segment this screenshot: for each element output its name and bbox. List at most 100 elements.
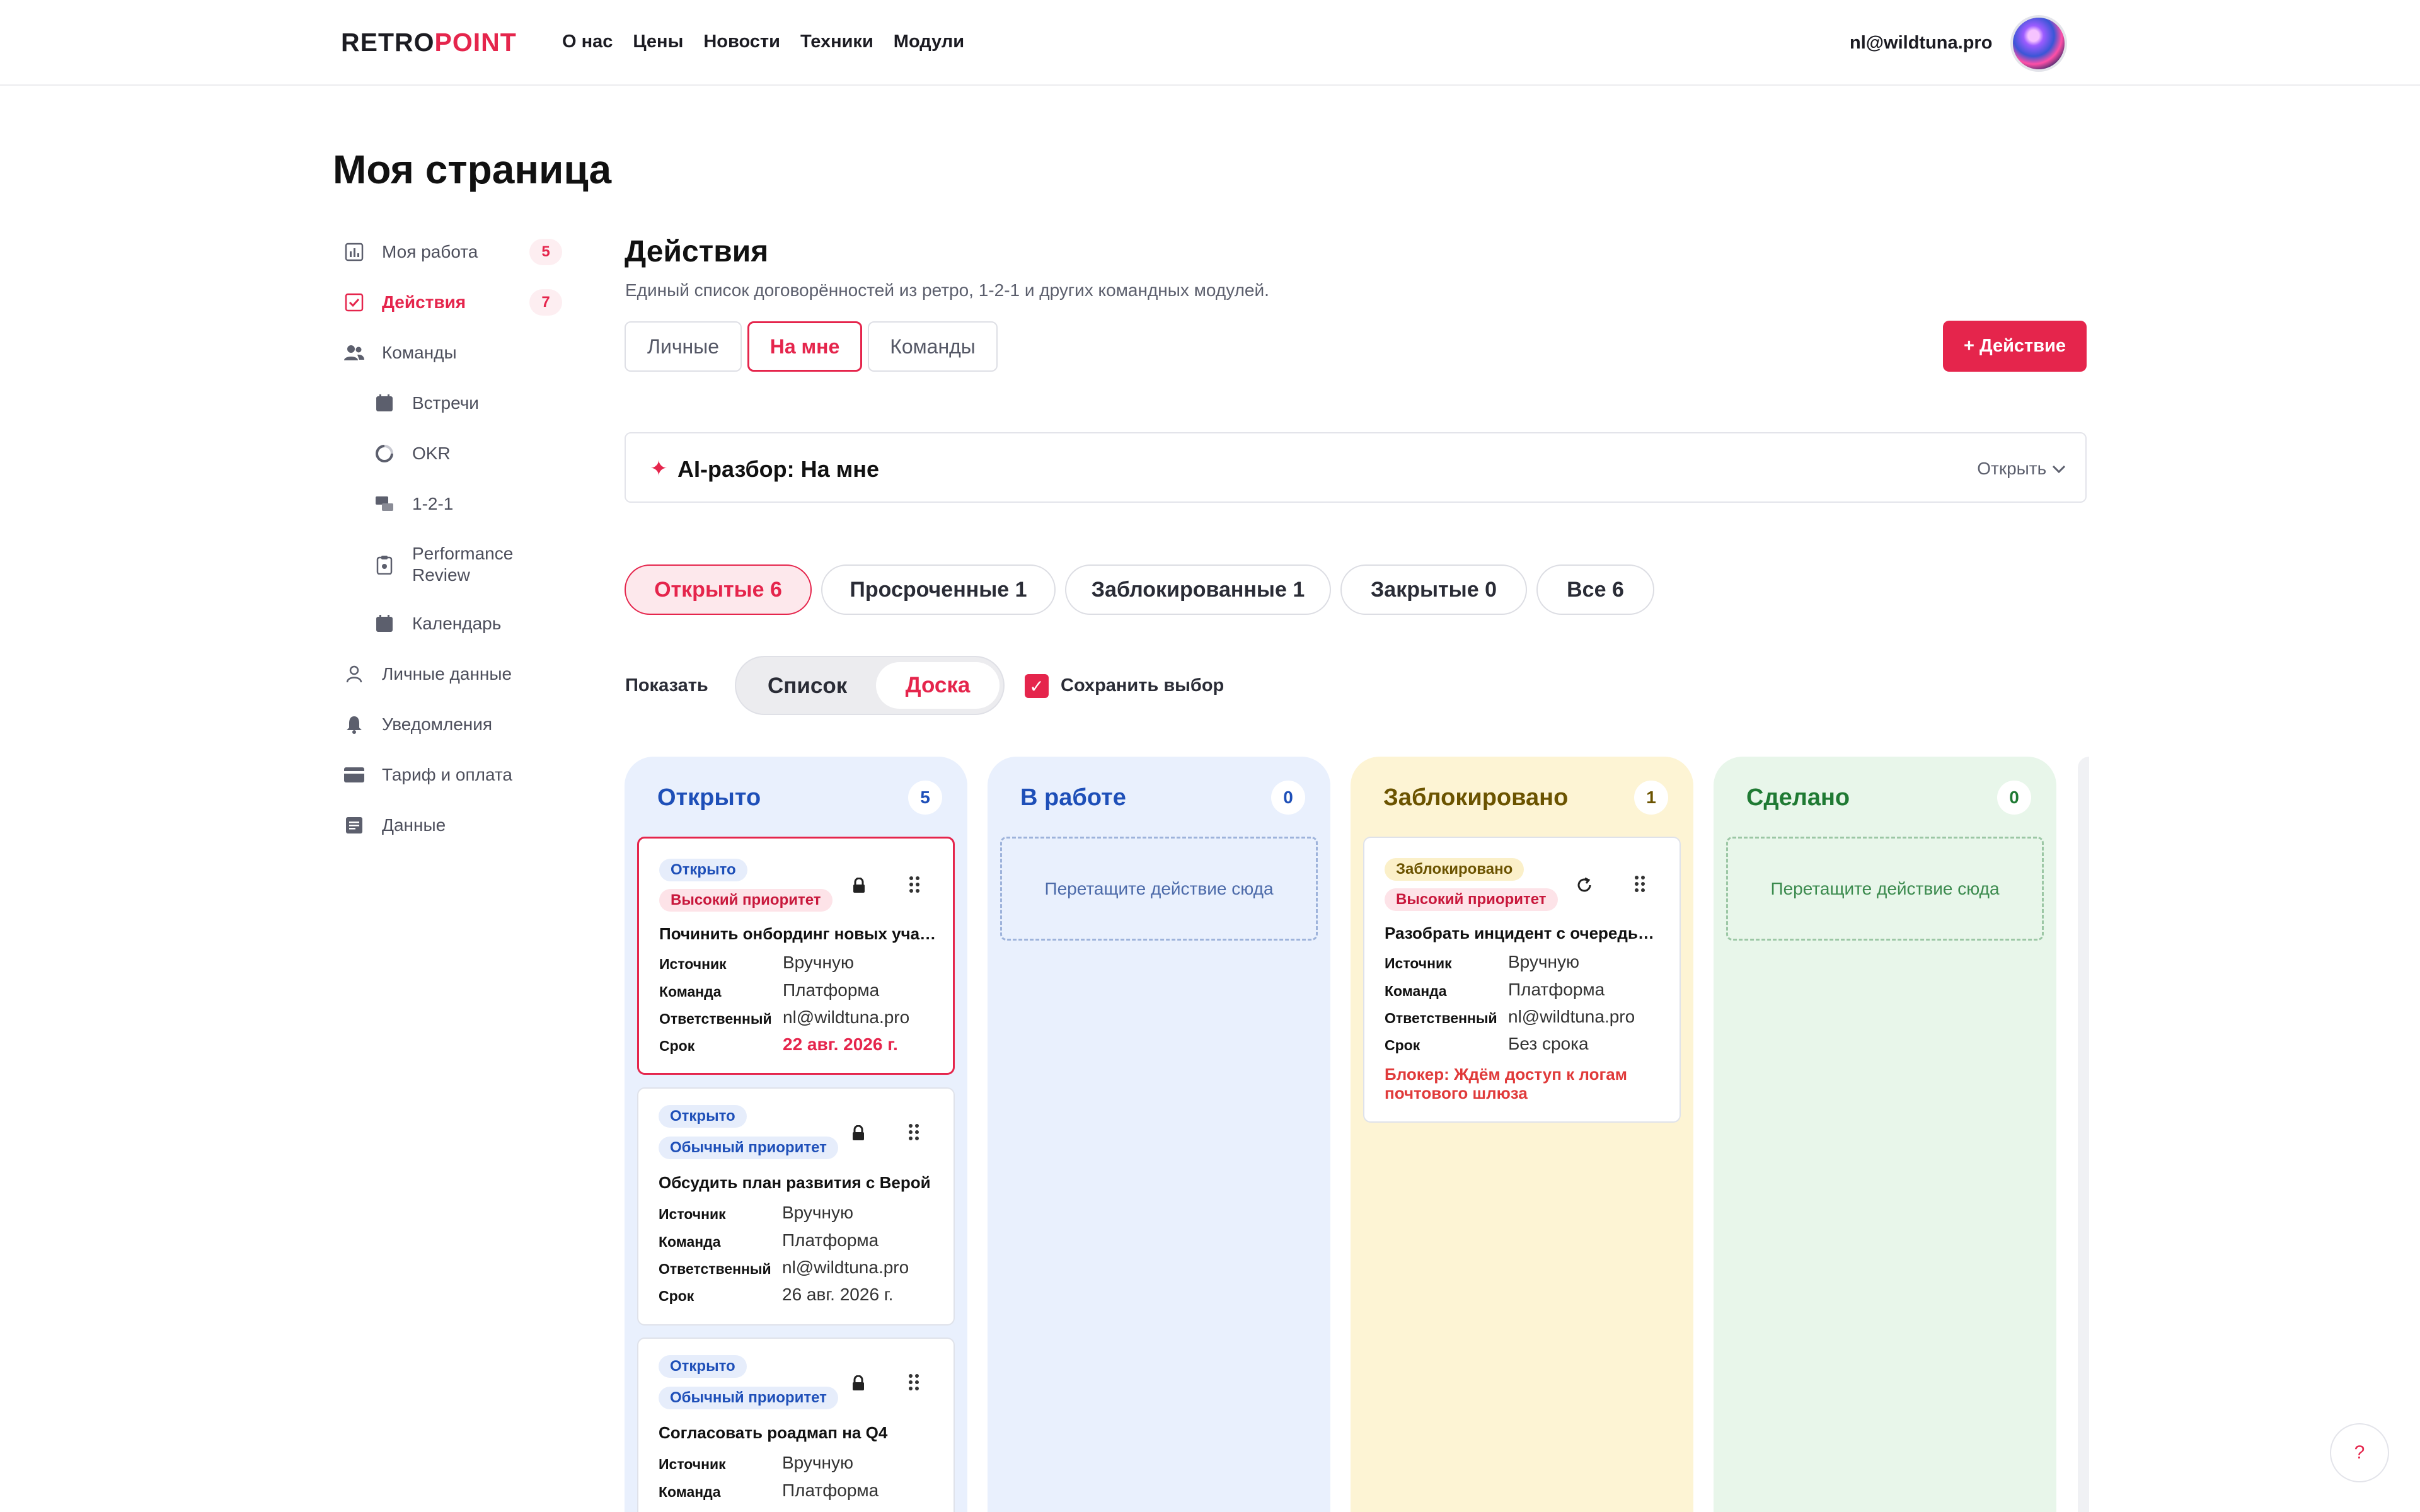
nav-about[interactable]: О нас xyxy=(562,32,613,52)
sidebar-item-teams[interactable]: Команды xyxy=(340,334,580,372)
field-label: Срок xyxy=(1385,1037,1420,1053)
sidebar-item-personal-data[interactable]: Личные данные xyxy=(340,655,580,693)
view-board-button[interactable]: Доска xyxy=(876,662,1000,709)
nav-news[interactable]: Новости xyxy=(703,32,780,52)
sidebar-item-meetings[interactable]: Встречи xyxy=(371,384,610,422)
sidebar-item-label: Личные данные xyxy=(382,664,512,684)
column-title: Заблокировано xyxy=(1383,784,1569,811)
nav-prices[interactable]: Цены xyxy=(633,32,683,52)
save-choice-label[interactable]: Сохранить выбор xyxy=(1061,675,1224,696)
lock-icon[interactable] xyxy=(850,876,868,895)
filter-blocked[interactable]: Заблокированные 1 xyxy=(1065,564,1331,615)
action-card[interactable]: Открыто Обычный приоритет Обсудить план … xyxy=(637,1087,955,1326)
action-card[interactable]: Открыто Обычный приоритет Согласовать ро… xyxy=(637,1337,955,1512)
sidebar-item-label: Данные xyxy=(382,815,446,835)
priority-badge: Высокий приоритет xyxy=(1385,888,1558,911)
top-header: RETROPOINT О нас Цены Новости Техники Мо… xyxy=(0,0,2420,86)
field-due-date: 26 авг. 2026 г. xyxy=(782,1285,894,1304)
count-badge: 5 xyxy=(529,239,562,265)
sidebar-item-label: 1-2-1 xyxy=(412,494,454,513)
ai-review-open-toggle[interactable]: Открыть xyxy=(1977,459,2066,479)
sidebar-item-label: Тариф и оплата xyxy=(382,765,512,784)
sidebar-item-actions[interactable]: Действия 7 xyxy=(340,284,580,321)
sidebar-item-data[interactable]: Данные xyxy=(340,806,580,844)
sidebar-item-performance-review[interactable]: Performance Review xyxy=(371,539,610,590)
column-title: Сделано xyxy=(1746,784,1850,811)
column-count: 1 xyxy=(1634,781,1668,815)
sidebar-item-my-work[interactable]: Моя работа 5 xyxy=(340,233,580,271)
card-title: Разобрать инцидент с очередью писем xyxy=(1385,924,1664,942)
field-label: Команда xyxy=(659,983,722,1000)
drag-handle-icon[interactable] xyxy=(905,875,924,894)
tab-teams[interactable]: Команды xyxy=(868,321,998,372)
field-label: Источник xyxy=(659,1456,726,1472)
user-email[interactable]: nl@wildtuna.pro xyxy=(1850,33,1992,54)
progress-circle-icon xyxy=(371,440,398,467)
field-owner: nl@wildtuna.pro xyxy=(782,1257,909,1277)
field-label: Срок xyxy=(659,1038,695,1054)
drag-handle-icon[interactable] xyxy=(904,1373,923,1392)
sidebar-item-label: OKR xyxy=(412,444,451,463)
nav-modules[interactable]: Модули xyxy=(894,32,964,52)
sidebar-item-notifications[interactable]: Уведомления xyxy=(340,706,580,743)
priority-badge: Высокий приоритет xyxy=(659,889,833,912)
chevron-down-icon xyxy=(2051,459,2066,478)
status-badge: Заблокировано xyxy=(1385,858,1524,881)
column-title: В работе xyxy=(1020,784,1126,811)
save-choice-checkbox[interactable]: ✓ xyxy=(1025,674,1049,698)
ai-review-title: AI-разбор: На мне xyxy=(677,456,880,482)
field-source: Вручную xyxy=(782,1453,853,1472)
drop-zone[interactable]: Перетащите действие сюда xyxy=(1000,837,1318,941)
logo[interactable]: RETROPOINT xyxy=(341,28,517,57)
lock-icon[interactable] xyxy=(849,1374,868,1393)
field-team: Платформа xyxy=(783,980,880,1000)
sidebar-item-okr[interactable]: OKR xyxy=(371,435,610,472)
help-button[interactable]: ? xyxy=(2330,1423,2389,1482)
sidebar-item-label: Действия xyxy=(382,292,466,312)
drag-handle-icon[interactable] xyxy=(1630,874,1649,893)
drop-zone[interactable]: Перетащите действие сюда xyxy=(1726,837,2044,941)
board-column-done: Сделано 0 Перетащите действие сюда xyxy=(1714,757,2056,1512)
sidebar-item-label: Уведомления xyxy=(382,714,493,734)
sidebar-item-label: Моя работа xyxy=(382,242,478,261)
field-label: Срок xyxy=(659,1288,694,1304)
tab-personal[interactable]: Личные xyxy=(625,321,742,372)
checkbox-icon xyxy=(340,289,368,316)
avatar[interactable] xyxy=(2010,15,2067,72)
filter-closed[interactable]: Закрытые 0 xyxy=(1340,564,1527,615)
sidebar-item-billing[interactable]: Тариф и оплата xyxy=(340,756,580,794)
document-icon xyxy=(340,811,368,839)
drag-handle-icon[interactable] xyxy=(904,1123,923,1142)
field-team: Платформа xyxy=(782,1480,879,1500)
field-owner: nl@wildtuna.pro xyxy=(783,1007,910,1027)
sidebar-item-121[interactable]: 1-2-1 xyxy=(371,485,610,523)
action-card[interactable]: Заблокировано Высокий приоритет Разобрат… xyxy=(1363,837,1681,1123)
sidebar-item-label: Встречи xyxy=(412,393,479,413)
page-title: Моя страница xyxy=(333,147,612,192)
add-action-button[interactable]: + Действие xyxy=(1943,321,2087,372)
chart-icon xyxy=(340,238,368,266)
card-title: Согласовать роадмап на Q4 xyxy=(659,1423,888,1442)
bell-icon xyxy=(340,711,368,738)
ai-open-label: Открыть xyxy=(1977,459,2047,478)
sparkle-icon: ✦ xyxy=(650,457,668,481)
priority-badge: Обычный приоритет xyxy=(659,1137,838,1159)
field-due-date: Без срока xyxy=(1508,1034,1589,1053)
action-card[interactable]: Открыто Высокий приоритет Починить онбор… xyxy=(637,837,955,1075)
filter-open[interactable]: Открытые 6 xyxy=(625,564,812,615)
sidebar-item-calendar[interactable]: Календарь xyxy=(371,605,610,643)
nav-techniques[interactable]: Техники xyxy=(800,32,873,52)
tab-assigned-to-me[interactable]: На мне xyxy=(747,321,862,372)
section-title: Действия xyxy=(625,235,769,268)
filter-overdue[interactable]: Просроченные 1 xyxy=(821,564,1056,615)
board-column-in-progress: В работе 0 Перетащите действие сюда xyxy=(988,757,1330,1512)
top-nav: О нас Цены Новости Техники Модули xyxy=(562,32,964,52)
filter-all[interactable]: Все 6 xyxy=(1536,564,1654,615)
field-source: Вручную xyxy=(783,953,854,972)
card-title: Починить онбординг новых учасников xyxy=(659,924,938,943)
refresh-icon[interactable] xyxy=(1575,876,1594,895)
view-list-button[interactable]: Список xyxy=(768,673,847,699)
field-label: Команда xyxy=(659,1484,721,1500)
users-icon xyxy=(340,339,368,367)
lock-icon[interactable] xyxy=(849,1124,868,1143)
